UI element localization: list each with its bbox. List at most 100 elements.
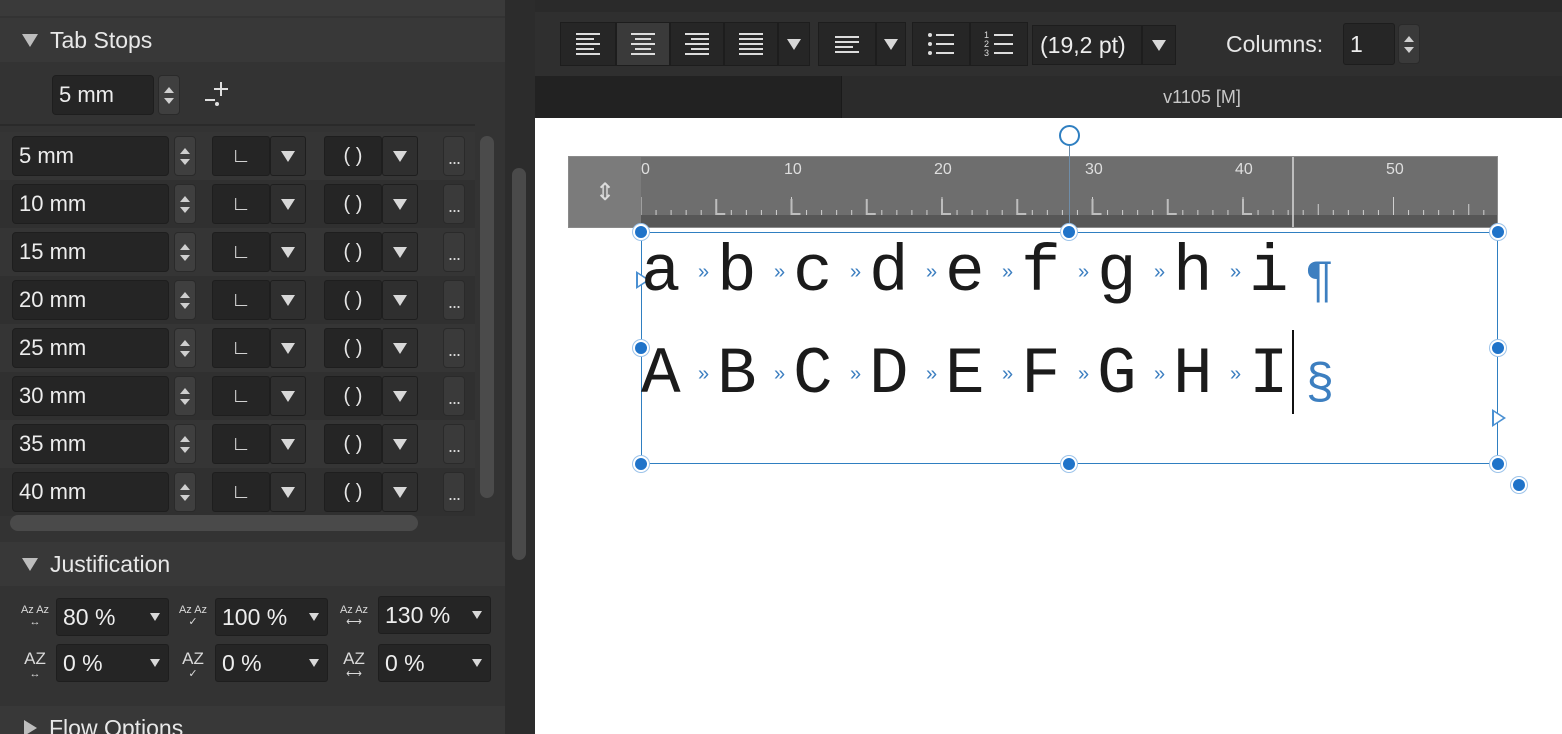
text-line-uppercase[interactable]: A» B» C» D» E» F» G» H» I § [641,342,1334,408]
tab-stop-leader-combo[interactable]: ( ) [324,328,382,368]
tab-stop-leader-dropdown[interactable] [382,184,418,224]
tab-stop-leader-combo[interactable]: ( ) [324,136,382,176]
tab-stop-more-button[interactable]: ... [443,232,465,272]
frame-handle-bottom-center[interactable] [1061,456,1077,472]
ruler-tab-marker[interactable] [1016,199,1027,215]
tab-stop-position-field[interactable]: 5 mm [12,136,169,176]
flow-options-header[interactable]: Flow Options [0,706,505,734]
tab-stop-leader-combo[interactable]: ( ) [324,184,382,224]
letter-spacing-max-combo[interactable]: 0 % [378,644,491,682]
vertical-align-button[interactable] [818,22,876,66]
ruler-tab-marker[interactable] [1166,199,1177,215]
justify-button[interactable] [724,22,778,66]
tab-stop-leader-dropdown[interactable] [382,424,418,464]
tab-stop-alignment-dropdown[interactable] [270,424,306,464]
frame-handle-bottom-left[interactable] [633,456,649,472]
letter-spacing-desired-combo[interactable]: 0 % [215,644,328,682]
ruler-tab-marker[interactable] [715,199,726,215]
tab-stop-leader-dropdown[interactable] [382,232,418,272]
tab-stop-alignment-dropdown[interactable] [270,328,306,368]
alignment-dropdown-button[interactable] [778,22,810,66]
default-tab-spacing-stepper[interactable] [158,75,180,115]
tab-stop-leader-dropdown[interactable] [382,328,418,368]
frame-handle-bottom-right[interactable] [1490,456,1506,472]
numbered-list-button[interactable]: 1 2 3 [970,22,1028,66]
tab-stop-position-stepper[interactable] [174,376,196,416]
tab-stop-leader-combo[interactable]: ( ) [324,376,382,416]
align-center-button[interactable] [616,22,670,66]
tab-stop-alignment-combo[interactable]: ∟ [212,328,270,368]
tab-stop-alignment-dropdown[interactable] [270,232,306,272]
tab-stop-position-field[interactable]: 40 mm [12,472,169,512]
ruler-tab-marker[interactable] [941,199,951,215]
columns-field[interactable]: 1 [1343,23,1395,65]
tab-stop-position-field[interactable]: 10 mm [12,184,169,224]
tab-stop-position-stepper[interactable] [174,328,196,368]
align-left-button[interactable] [560,22,616,66]
tab-stop-alignment-combo[interactable]: ∟ [212,136,270,176]
document-tab-active[interactable]: v1105 [M] [842,76,1562,118]
word-spacing-desired-combo[interactable]: 100 % [215,598,328,636]
tab-stop-leader-dropdown[interactable] [382,136,418,176]
tab-stop-leader-dropdown[interactable] [382,280,418,320]
frame-handle-middle-right[interactable] [1490,340,1506,356]
tab-stop-more-button[interactable]: ... [443,376,465,416]
justification-header[interactable]: Justification [0,542,505,586]
ruler-tab-marker[interactable] [865,199,876,215]
tab-stop-position-field[interactable]: 15 mm [12,232,169,272]
ruler-tab-marker[interactable] [790,199,801,215]
vertical-align-dropdown-button[interactable] [876,22,906,66]
tab-stop-alignment-dropdown[interactable] [270,184,306,224]
rotation-handle[interactable] [1059,125,1080,146]
tab-stop-position-field[interactable]: 25 mm [12,328,169,368]
default-tab-spacing-field[interactable]: 5 mm [52,75,154,115]
letter-spacing-min-combo[interactable]: 0 % [56,644,169,682]
columns-stepper[interactable] [1398,24,1420,64]
tab-stop-alignment-dropdown[interactable] [270,136,306,176]
panel-scrollbar-thumb[interactable] [512,168,526,560]
tab-stop-more-button[interactable]: ... [443,184,465,224]
tab-stop-leader-combo[interactable]: ( ) [324,472,382,512]
tab-stop-leader-dropdown[interactable] [382,472,418,512]
frame-overflow-handle[interactable] [1511,477,1527,493]
text-line-lowercase[interactable]: a» b» c» d» e» f» g» h» i ¶ [641,240,1333,306]
tab-stop-alignment-combo[interactable]: ∟ [212,472,270,512]
ruler-tab-marker[interactable] [1091,199,1102,215]
tab-stop-position-field[interactable]: 35 mm [12,424,169,464]
text-ruler[interactable]: ⇕ 0 10 20 30 40 50 [568,156,1498,228]
panel-scrollbar[interactable] [505,0,535,734]
tab-stop-position-field[interactable]: 30 mm [12,376,169,416]
ruler-indent-icon[interactable]: ⇕ [569,157,641,227]
tab-stop-alignment-combo[interactable]: ∟ [212,184,270,224]
frame-handle-top-center[interactable] [1061,224,1077,240]
tab-stop-position-stepper[interactable] [174,184,196,224]
tab-stop-more-button[interactable]: ... [443,280,465,320]
tab-stop-position-stepper[interactable] [174,136,196,176]
tab-list-scrollbar[interactable] [480,136,494,498]
word-spacing-min-combo[interactable]: 80 % [56,598,169,636]
word-spacing-max-combo[interactable]: 130 % [378,596,491,634]
tab-stop-leader-combo[interactable]: ( ) [324,424,382,464]
frame-output-icon[interactable] [1492,409,1506,427]
align-right-button[interactable] [670,22,724,66]
tab-stops-header[interactable]: Tab Stops [0,18,505,62]
tab-stop-leader-dropdown[interactable] [382,376,418,416]
tab-stop-alignment-dropdown[interactable] [270,472,306,512]
tab-stop-leader-combo[interactable]: ( ) [324,280,382,320]
leading-dropdown-button[interactable] [1142,25,1176,65]
tab-stop-alignment-combo[interactable]: ∟ [212,280,270,320]
tab-stop-more-button[interactable]: ... [443,424,465,464]
tab-stop-position-stepper[interactable] [174,424,196,464]
ruler-tab-marker[interactable] [1242,199,1252,215]
frame-handle-top-right[interactable] [1490,224,1506,240]
tab-stop-position-field[interactable]: 20 mm [12,280,169,320]
tab-stop-position-stepper[interactable] [174,280,196,320]
tab-list-horizontal-scrollbar[interactable] [10,515,418,531]
tab-stop-position-stepper[interactable] [174,232,196,272]
tab-stop-alignment-combo[interactable]: ∟ [212,376,270,416]
tab-stop-alignment-dropdown[interactable] [270,280,306,320]
tab-stop-alignment-dropdown[interactable] [270,376,306,416]
tab-stop-more-button[interactable]: ... [443,472,465,512]
leading-field[interactable]: (19,2 pt) [1032,25,1142,65]
add-tab-stop-icon[interactable] [203,78,239,112]
